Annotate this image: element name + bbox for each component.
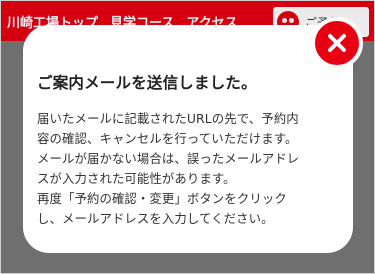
modal-close-button[interactable] (311, 17, 363, 69)
modal-body-line: し、メールアドレスを入力してください。 (37, 211, 274, 226)
modal-body-line: スが入力された可能性があります。 (37, 171, 236, 186)
modal-body-line: メールが届かない場合は、誤ったメールアドレ (37, 151, 300, 166)
modal-title: ご案内メールを送信しました。 (37, 74, 257, 92)
email-sent-modal: ご案内メールを送信しました。 届いたメールに記載されたURLの先で、予約内 容の… (23, 25, 353, 253)
page-viewport: 川崎工場トップ 見学コース アクセス ご予約 ご案内メールを送信しました。 届い… (0, 0, 375, 274)
modal-body-line: 届いたメールに記載されたURLの先で、予約内 (37, 111, 299, 126)
close-icon (328, 34, 346, 52)
modal-body-line: 容の確認、キャンセルを行っていただけます。 (37, 131, 298, 146)
modal-body-line: 再度「予約の確認・変更」ボタンをクリック (37, 191, 287, 206)
modal-body: 届いたメールに記載されたURLの先で、予約内 容の確認、キャンセルを行っていただ… (37, 109, 339, 229)
